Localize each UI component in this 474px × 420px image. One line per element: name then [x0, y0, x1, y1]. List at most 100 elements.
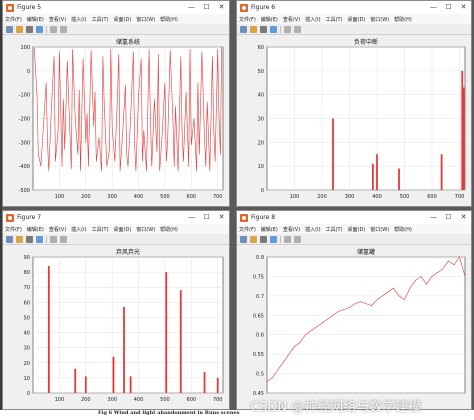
- menu-help[interactable]: 帮助(H): [394, 16, 412, 23]
- x-tick-label: 400: [372, 194, 382, 200]
- menu-edit[interactable]: 编辑(E): [261, 16, 278, 23]
- maximize-button[interactable]: ☐: [441, 1, 456, 14]
- menu-tools[interactable]: 工具(T): [326, 226, 343, 233]
- print-icon[interactable]: [36, 235, 43, 243]
- menu-file[interactable]: 文件(F): [5, 16, 22, 23]
- minimize-button[interactable]: —: [184, 211, 199, 224]
- figure-5-window[interactable]: Figure 5 — ☐ ✕ 文件(F) 编辑(E) 查看(V) 插入(I) 工…: [2, 0, 230, 207]
- menu-insert[interactable]: 插入(I): [305, 16, 320, 23]
- legend-icon[interactable]: [294, 25, 301, 33]
- open-file-icon[interactable]: [16, 235, 23, 243]
- y-tick-label: 10: [24, 376, 30, 382]
- print-icon[interactable]: [36, 25, 43, 33]
- data-point: [159, 170, 160, 172]
- legend-icon[interactable]: [60, 25, 67, 33]
- figure-8-window[interactable]: Figure 8 — ☐ ✕ 文件(F) 编辑(E) 查看(V) 插入(I) 工…: [236, 210, 472, 410]
- menu-view[interactable]: 查看(V): [283, 226, 300, 233]
- maximize-button[interactable]: ☐: [199, 1, 214, 14]
- new-figure-icon[interactable]: [6, 25, 13, 33]
- menu-window[interactable]: 窗口(W): [136, 226, 155, 233]
- legend-icon[interactable]: [60, 235, 67, 243]
- print-icon[interactable]: [270, 25, 277, 33]
- watermark: CSDN @神经网络与数学建模: [250, 400, 422, 415]
- pointer-icon[interactable]: [50, 235, 57, 243]
- menu-desktop[interactable]: 桌面(D): [348, 16, 366, 23]
- figure-6-window[interactable]: Figure 6 — ☐ ✕ 文件(F) 编辑(E) 查看(V) 插入(I) 工…: [236, 0, 472, 207]
- save-icon[interactable]: [260, 25, 267, 33]
- close-button[interactable]: ✕: [214, 1, 229, 14]
- menu-help[interactable]: 帮助(H): [394, 226, 412, 233]
- window-title: Figure 6: [251, 4, 276, 11]
- menu-edit[interactable]: 编辑(E): [261, 226, 278, 233]
- menu-insert[interactable]: 插入(I): [71, 16, 86, 23]
- menu-help[interactable]: 帮助(H): [160, 226, 178, 233]
- open-file-icon[interactable]: [250, 235, 257, 243]
- menu-desktop[interactable]: 桌面(D): [348, 226, 366, 233]
- menu-window[interactable]: 窗口(W): [370, 16, 389, 23]
- menu-file[interactable]: 文件(F): [239, 226, 256, 233]
- save-icon[interactable]: [26, 235, 33, 243]
- menu-file[interactable]: 文件(F): [5, 226, 22, 233]
- titlebar[interactable]: Figure 6 — ☐ ✕: [237, 1, 471, 14]
- close-button[interactable]: ✕: [456, 211, 471, 224]
- menu-help[interactable]: 帮助(H): [160, 16, 178, 23]
- open-file-icon[interactable]: [16, 25, 23, 33]
- titlebar[interactable]: Figure 5 — ☐ ✕: [3, 1, 229, 14]
- menu-edit[interactable]: 编辑(E): [27, 16, 44, 23]
- figure-7-window[interactable]: Figure 7 — ☐ ✕ 文件(F) 编辑(E) 查看(V) 插入(I) 工…: [2, 210, 230, 410]
- minimize-button[interactable]: —: [426, 1, 441, 14]
- pointer-icon[interactable]: [284, 235, 291, 243]
- menu-tools[interactable]: 工具(T): [326, 16, 343, 23]
- menu-tools[interactable]: 工具(T): [92, 226, 109, 233]
- menu-window[interactable]: 窗口(W): [136, 16, 155, 23]
- toolbar-separator: [46, 235, 47, 243]
- data-point: [360, 301, 361, 302]
- data-point: [175, 106, 176, 107]
- menu-edit[interactable]: 编辑(E): [27, 226, 44, 233]
- y-tick-label: 60: [24, 300, 30, 306]
- minimize-button[interactable]: —: [426, 211, 441, 224]
- menu-view[interactable]: 查看(V): [49, 16, 66, 23]
- new-figure-icon[interactable]: [6, 235, 13, 243]
- matlab-figure-icon: [240, 213, 248, 222]
- menu-window[interactable]: 窗口(W): [370, 226, 389, 233]
- data-point: [67, 61, 68, 62]
- pointer-icon[interactable]: [284, 25, 291, 33]
- save-icon[interactable]: [260, 235, 267, 243]
- data-point: [164, 82, 166, 84]
- maximize-button[interactable]: ☐: [441, 211, 456, 224]
- minimize-button[interactable]: —: [184, 1, 199, 14]
- menu-file[interactable]: 文件(F): [239, 16, 256, 23]
- open-file-icon[interactable]: [250, 25, 257, 33]
- new-figure-icon[interactable]: [240, 25, 247, 33]
- save-icon[interactable]: [26, 25, 33, 33]
- menu-insert[interactable]: 插入(I): [71, 226, 86, 233]
- titlebar[interactable]: Figure 8 — ☐ ✕: [237, 211, 471, 224]
- menu-view[interactable]: 查看(V): [283, 16, 300, 23]
- toolbar: [237, 234, 471, 245]
- data-point: [382, 295, 383, 297]
- menu-desktop[interactable]: 桌面(D): [114, 16, 132, 23]
- data-point: [134, 144, 135, 146]
- menu-tools[interactable]: 工具(T): [92, 16, 109, 23]
- data-point: [86, 113, 88, 115]
- close-button[interactable]: ✕: [214, 211, 229, 224]
- y-tick-label: 0.6: [256, 333, 264, 339]
- maximize-button[interactable]: ☐: [199, 211, 214, 224]
- legend-icon[interactable]: [294, 235, 301, 243]
- data-point: [143, 130, 145, 131]
- new-figure-icon[interactable]: [240, 235, 247, 243]
- menu-view[interactable]: 查看(V): [49, 226, 66, 233]
- data-point: [154, 99, 155, 100]
- menu-insert[interactable]: 插入(I): [305, 226, 320, 233]
- data-point: [431, 276, 433, 277]
- data-point: [193, 118, 195, 119]
- titlebar[interactable]: Figure 7 — ☐ ✕: [3, 211, 229, 224]
- data-point: [126, 153, 127, 155]
- print-icon[interactable]: [270, 235, 277, 243]
- menu-desktop[interactable]: 桌面(D): [114, 226, 132, 233]
- plot-area: [32, 256, 224, 394]
- close-button[interactable]: ✕: [456, 1, 471, 14]
- pointer-icon[interactable]: [50, 25, 57, 33]
- data-point: [404, 299, 405, 301]
